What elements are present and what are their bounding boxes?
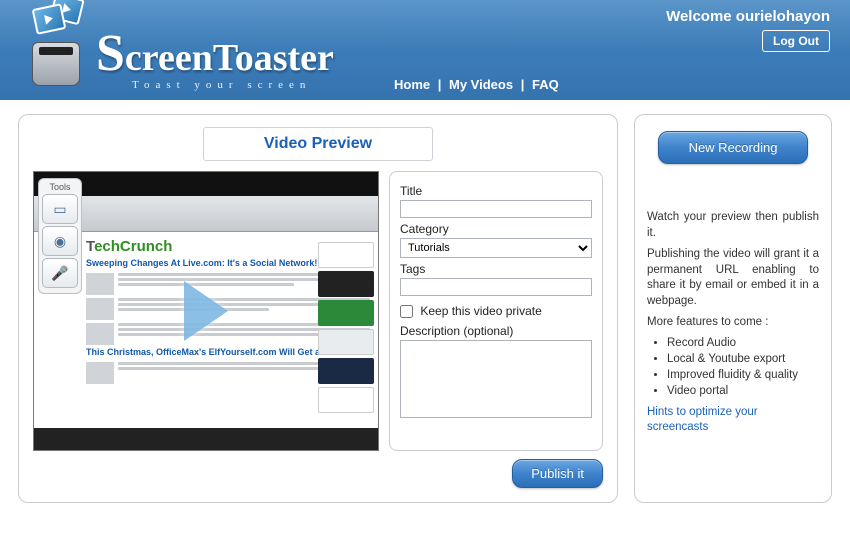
feature-item: Record Audio — [667, 337, 819, 349]
category-label: Category — [400, 222, 592, 236]
tags-input[interactable] — [400, 278, 592, 296]
video-controls[interactable] — [34, 428, 378, 450]
nav-my-videos[interactable]: My Videos — [449, 77, 513, 92]
tools-label: Tools — [42, 182, 78, 192]
feature-item: Improved fluidity & quality — [667, 369, 819, 381]
video-preview[interactable]: Tools ▭ ◉ 🎤 TechCrunch Sweeping Changes … — [33, 171, 379, 451]
toaster-icon — [28, 8, 90, 86]
brand-name: ScreenToaster — [96, 24, 334, 83]
tool-mic-icon[interactable]: 🎤 — [42, 258, 78, 288]
tool-camera-icon[interactable]: ◉ — [42, 226, 78, 256]
nav-home[interactable]: Home — [394, 77, 430, 92]
logout-button[interactable]: Log Out — [762, 30, 830, 52]
publish-button[interactable]: Publish it — [512, 459, 603, 488]
sidebar-text-2: Publishing the video will grant it a per… — [647, 247, 819, 309]
preview-heading: Video Preview — [203, 127, 433, 161]
sidebar-text-1: Watch your preview then publish it. — [647, 210, 819, 241]
sidebar-more-heading: More features to come : — [647, 315, 819, 331]
sidebar-panel: New Recording Watch your preview then pu… — [634, 114, 832, 503]
feature-list: Record Audio Local & Youtube export Impr… — [667, 337, 819, 397]
feature-item: Local & Youtube export — [667, 353, 819, 365]
logo[interactable]: ScreenToaster Toast your screen — [28, 8, 334, 91]
header: ScreenToaster Toast your screen Welcome … — [0, 0, 850, 100]
private-label: Keep this video private — [420, 304, 541, 318]
play-icon[interactable] — [184, 281, 228, 341]
new-recording-button[interactable]: New Recording — [658, 131, 808, 164]
tags-label: Tags — [400, 262, 592, 276]
private-checkbox[interactable] — [400, 305, 413, 318]
feature-item: Video portal — [667, 385, 819, 397]
nav-faq[interactable]: FAQ — [532, 77, 559, 92]
category-select[interactable]: Tutorials — [400, 238, 592, 258]
description-label: Description (optional) — [400, 324, 592, 338]
tools-strip: Tools ▭ ◉ 🎤 — [38, 178, 82, 294]
top-nav: Home | My Videos | FAQ — [394, 77, 559, 92]
main-panel: Video Preview Tools ▭ ◉ 🎤 TechCrunch Swe… — [18, 114, 618, 503]
hints-link[interactable]: Hints to optimize your screencasts — [647, 405, 819, 435]
title-label: Title — [400, 184, 592, 198]
welcome-text: Welcome ourielohayon — [666, 8, 830, 25]
title-input[interactable] — [400, 200, 592, 218]
brand-tagline: Toast your screen — [132, 79, 334, 91]
description-textarea[interactable] — [400, 340, 592, 418]
tool-screen-icon[interactable]: ▭ — [42, 194, 78, 224]
publish-form: Title Category Tutorials Tags Keep this … — [389, 171, 603, 451]
